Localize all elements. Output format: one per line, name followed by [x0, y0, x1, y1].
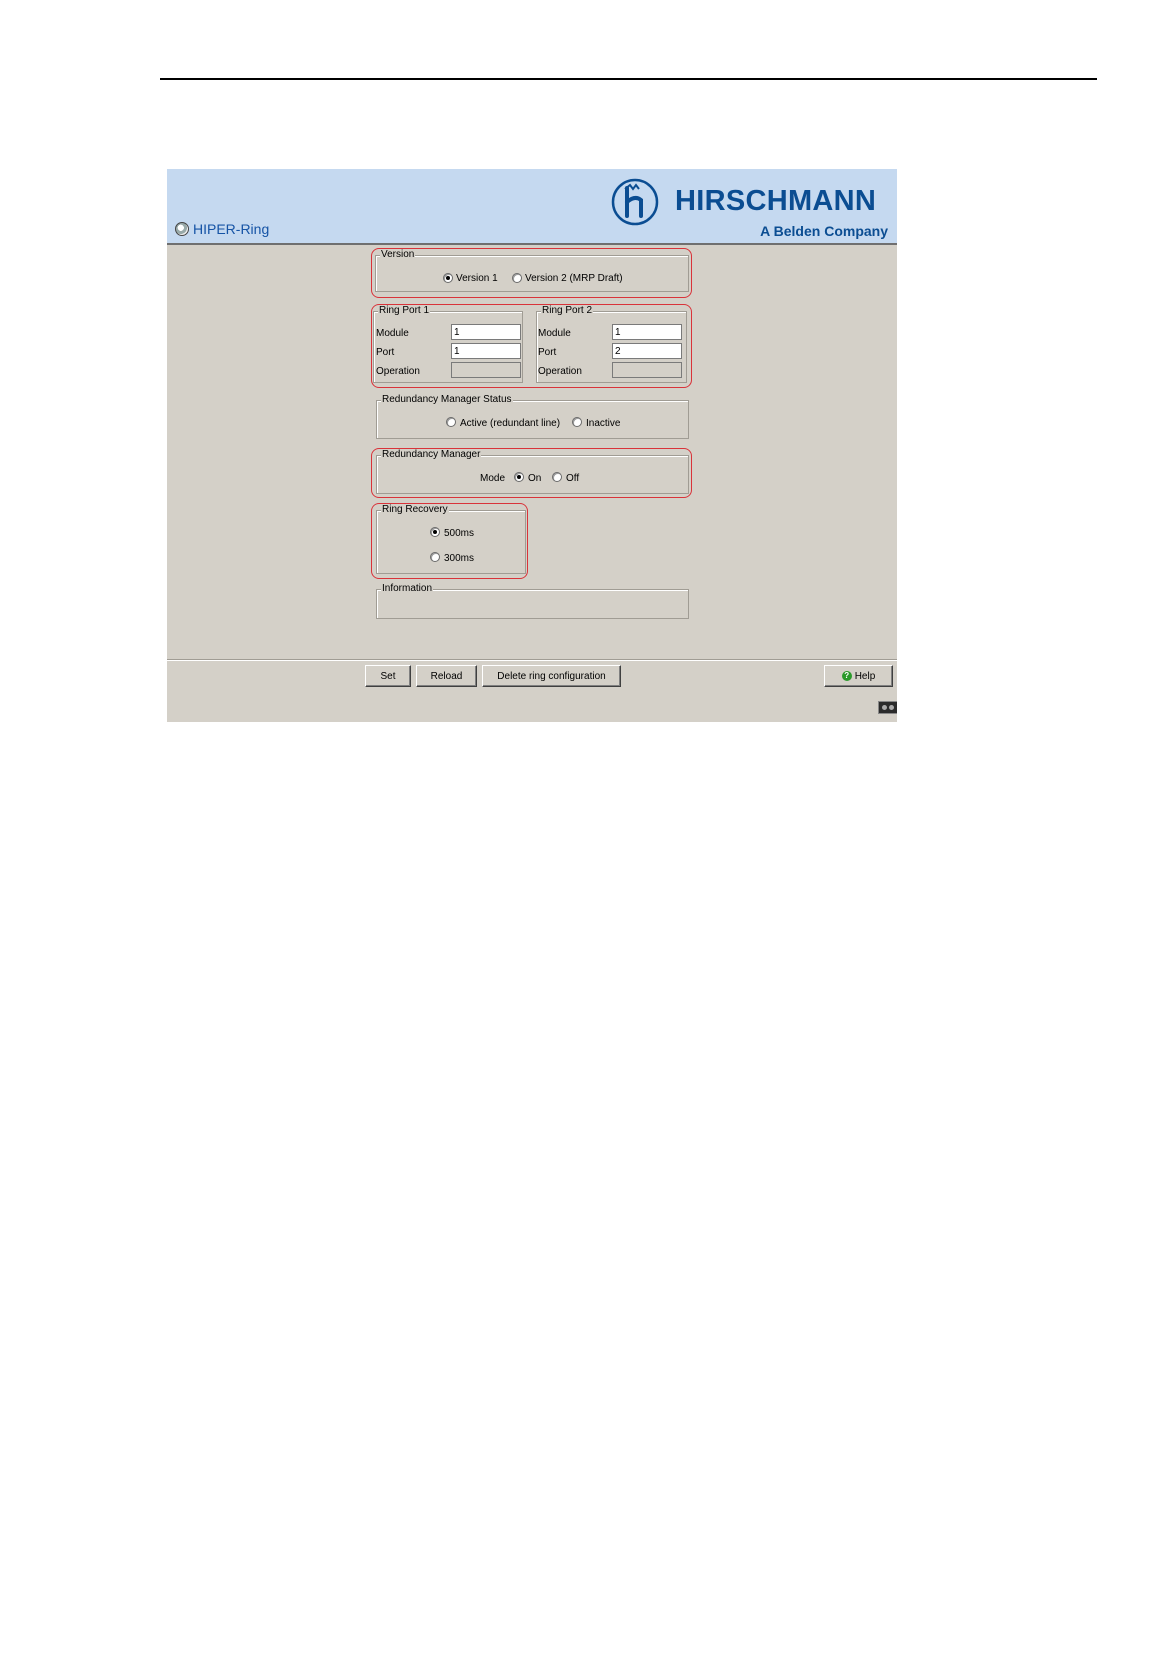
rm-on-radio[interactable]	[514, 472, 524, 482]
information-legend: Information	[381, 583, 434, 595]
page-title-icon	[175, 222, 189, 236]
recovery-300ms-radio[interactable]	[430, 552, 440, 562]
page-title-group: HIPER-Ring	[175, 221, 269, 237]
page-title: HIPER-Ring	[193, 221, 270, 237]
reload-button[interactable]: Reload	[416, 665, 477, 687]
page-header-rule	[160, 78, 1097, 80]
brand-tagline: A Belden Company	[760, 223, 888, 239]
connection-status-icon	[878, 701, 897, 714]
help-button[interactable]: ? Help	[824, 665, 893, 687]
ring-recovery-highlight	[371, 503, 528, 579]
rm-mode-label: Mode	[480, 473, 506, 484]
version-1-radio[interactable]	[443, 273, 453, 283]
rm-on-label: On	[528, 473, 542, 484]
brand-name: HIRSCHMANN	[675, 185, 877, 217]
recovery-500ms-label: 500ms	[444, 528, 475, 539]
hiper-ring-window: HIPER-Ring HIRSCHMANN A Belden Company V…	[167, 169, 897, 722]
ring-ports-highlight	[371, 304, 692, 388]
version-2-label: Version 2 (MRP Draft)	[525, 273, 623, 284]
rm-status-inactive-label: Inactive	[586, 418, 621, 429]
recovery-300ms-label: 300ms	[444, 553, 475, 564]
help-button-label: Help	[854, 670, 876, 682]
version-2-radio[interactable]	[512, 273, 522, 283]
rm-status-active-label: Active (redundant line)	[460, 418, 561, 429]
version-1-label: Version 1	[456, 273, 498, 284]
hirschmann-logo-icon	[611, 178, 659, 226]
rm-status-active-radio[interactable]	[446, 417, 456, 427]
rm-off-radio[interactable]	[552, 472, 562, 482]
footer-separator-highlight	[167, 660, 897, 661]
help-icon: ?	[841, 671, 852, 682]
rm-status-inactive-radio[interactable]	[572, 417, 582, 427]
set-button[interactable]: Set	[365, 665, 411, 687]
app-header: HIPER-Ring HIRSCHMANN A Belden Company	[167, 169, 897, 245]
recovery-500ms-radio[interactable]	[430, 527, 440, 537]
rm-status-legend: Redundancy Manager Status	[381, 394, 513, 406]
rm-off-label: Off	[566, 473, 580, 484]
delete-ring-configuration-button[interactable]: Delete ring configuration	[482, 665, 621, 687]
information-group: Information	[376, 583, 689, 619]
